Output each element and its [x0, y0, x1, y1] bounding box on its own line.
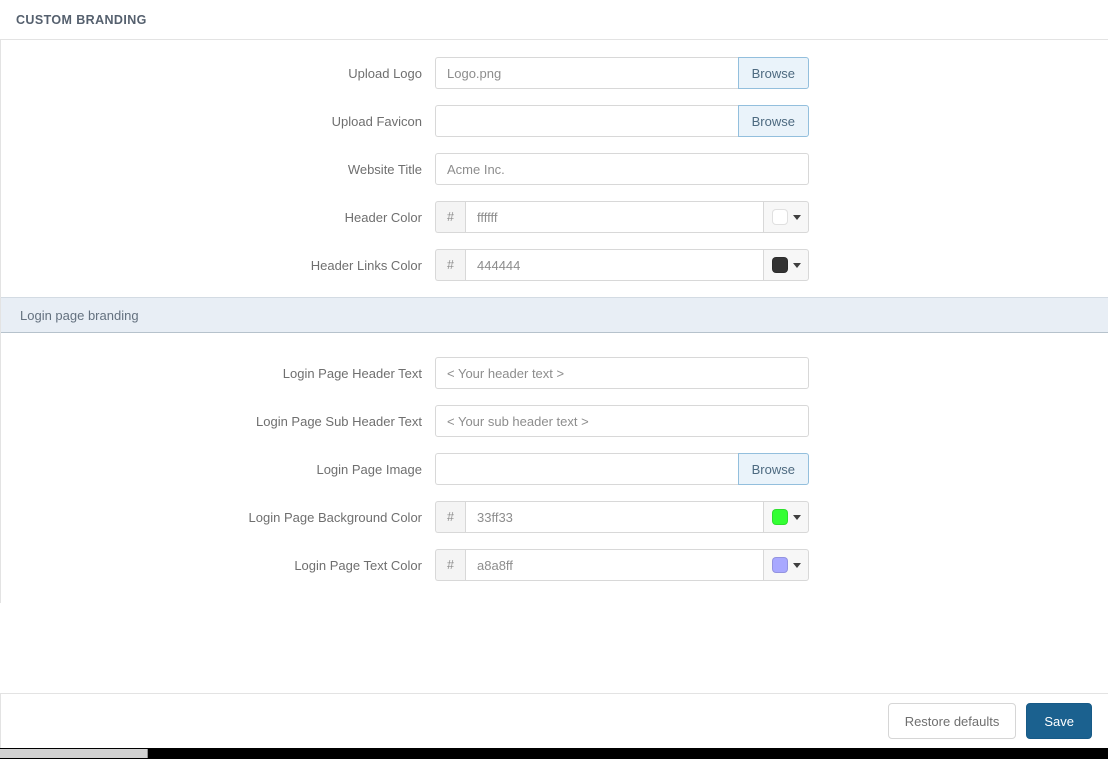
field-row-login-page-image: Login Page Image Browse	[1, 453, 1108, 485]
header-links-color-input[interactable]: 444444	[465, 249, 763, 281]
horizontal-scrollbar[interactable]	[0, 748, 1108, 759]
website-title-input[interactable]: Acme Inc.	[435, 153, 809, 185]
color-group-header-links-color: # 444444	[435, 249, 809, 281]
color-swatch-icon	[771, 257, 788, 273]
control-login-page-image: Browse	[435, 453, 809, 485]
panel-footer: Restore defaults Save	[0, 693, 1108, 748]
login-bg-color-swatch-button[interactable]	[763, 501, 809, 533]
login-page-branding-section: Login Page Header Text < Your header tex…	[1, 333, 1108, 603]
upload-favicon-browse-button[interactable]: Browse	[737, 105, 809, 137]
field-row-upload-logo: Upload Logo Logo.png Browse	[1, 57, 1108, 89]
chevron-down-icon	[792, 514, 801, 520]
field-row-login-text-color: Login Page Text Color # a8a8ff	[1, 549, 1108, 581]
login-bg-color-input[interactable]: 33ff33	[465, 501, 763, 533]
field-row-login-bg-color: Login Page Background Color # 33ff33	[1, 501, 1108, 533]
color-group-login-bg-color: # 33ff33	[435, 501, 809, 533]
login-page-branding-band: Login page branding	[1, 297, 1108, 333]
field-row-upload-favicon: Upload Favicon Browse	[1, 105, 1108, 137]
login-header-text-input[interactable]: < Your header text >	[435, 357, 809, 389]
label-header-color: Header Color	[344, 209, 422, 225]
login-page-image-browse-button[interactable]: Browse	[737, 453, 809, 485]
header-color-input[interactable]: ffffff	[465, 201, 763, 233]
control-header-color: # ffffff	[435, 201, 809, 233]
upload-logo-input[interactable]: Logo.png	[435, 57, 738, 89]
label-login-header-text: Login Page Header Text	[282, 365, 422, 381]
control-upload-logo: Logo.png Browse	[435, 57, 809, 89]
label-upload-logo: Upload Logo	[348, 65, 422, 81]
login-text-color-swatch-button[interactable]	[763, 549, 809, 581]
color-group-login-text-color: # a8a8ff	[435, 549, 809, 581]
header-color-swatch-button[interactable]	[763, 201, 809, 233]
control-upload-favicon: Browse	[435, 105, 809, 137]
page-title: CUSTOM BRANDING	[16, 12, 147, 27]
label-login-text-color: Login Page Text Color	[294, 557, 422, 573]
horizontal-scrollbar-thumb[interactable]	[0, 749, 148, 758]
label-website-title: Website Title	[347, 161, 422, 177]
panel-header: CUSTOM BRANDING	[0, 0, 1108, 40]
control-website-title: Acme Inc.	[435, 153, 809, 185]
input-group-upload-logo: Logo.png Browse	[435, 57, 809, 89]
label-header-links-color: Header Links Color	[310, 257, 422, 273]
upload-logo-browse-button[interactable]: Browse	[737, 57, 809, 89]
upload-favicon-input[interactable]	[435, 105, 738, 137]
field-row-header-color: Header Color # ffffff	[1, 201, 1108, 233]
login-sub-header-text-input[interactable]: < Your sub header text >	[435, 405, 809, 437]
custom-branding-section: Upload Logo Logo.png Browse Upload Favic…	[1, 40, 1108, 297]
hash-prefix-addon: #	[435, 249, 465, 281]
input-group-upload-favicon: Browse	[435, 105, 809, 137]
field-row-header-links-color: Header Links Color # 444444	[1, 249, 1108, 281]
header-links-color-swatch-button[interactable]	[763, 249, 809, 281]
login-page-branding-label: Login page branding	[20, 307, 139, 323]
chevron-down-icon	[792, 562, 801, 568]
hash-prefix-addon: #	[435, 201, 465, 233]
restore-defaults-button[interactable]: Restore defaults	[887, 703, 1017, 739]
save-button[interactable]: Save	[1026, 703, 1092, 739]
label-login-page-image: Login Page Image	[316, 461, 422, 477]
login-text-color-input[interactable]: a8a8ff	[465, 549, 763, 581]
control-login-sub-header-text: < Your sub header text >	[435, 405, 809, 437]
color-group-header-color: # ffffff	[435, 201, 809, 233]
chevron-down-icon	[792, 262, 801, 268]
field-row-website-title: Website Title Acme Inc.	[1, 153, 1108, 185]
color-swatch-icon	[771, 209, 788, 225]
chevron-down-icon	[792, 214, 801, 220]
control-login-header-text: < Your header text >	[435, 357, 809, 389]
label-upload-favicon: Upload Favicon	[331, 113, 422, 129]
control-header-links-color: # 444444	[435, 249, 809, 281]
custom-branding-page: CUSTOM BRANDING Upload Logo Logo.png Bro…	[0, 0, 1108, 759]
field-row-login-sub-header-text: Login Page Sub Header Text < Your sub he…	[1, 405, 1108, 437]
panel-body: Upload Logo Logo.png Browse Upload Favic…	[0, 40, 1108, 603]
color-swatch-icon	[771, 509, 788, 525]
label-login-sub-header-text: Login Page Sub Header Text	[256, 413, 422, 429]
field-row-login-header-text: Login Page Header Text < Your header tex…	[1, 357, 1108, 389]
login-page-image-input[interactable]	[435, 453, 738, 485]
color-swatch-icon	[771, 557, 788, 573]
input-group-login-page-image: Browse	[435, 453, 809, 485]
hash-prefix-addon: #	[435, 501, 465, 533]
control-login-text-color: # a8a8ff	[435, 549, 809, 581]
control-login-bg-color: # 33ff33	[435, 501, 809, 533]
hash-prefix-addon: #	[435, 549, 465, 581]
label-login-bg-color: Login Page Background Color	[248, 509, 422, 525]
